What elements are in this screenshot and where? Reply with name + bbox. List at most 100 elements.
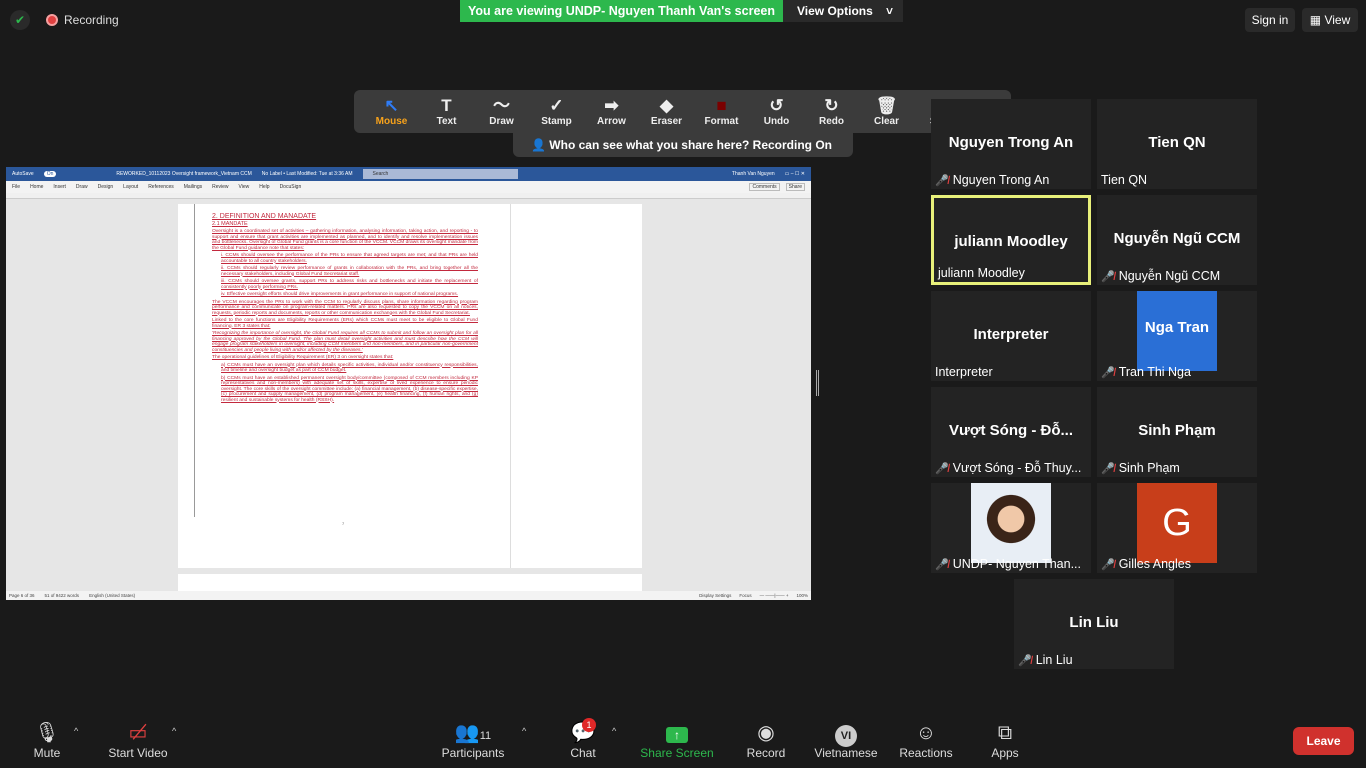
tool-clear-button[interactable]: 🗑 Clear bbox=[859, 96, 914, 127]
apps-icon: ⧉ bbox=[997, 722, 1013, 744]
participant-tile[interactable]: Nguyễn Ngũ CCM 🎤̸ Nguyễn Ngũ CCM bbox=[1097, 195, 1257, 285]
window-controls[interactable]: ▭ – ☐ ✕ bbox=[785, 171, 811, 177]
participant-tile[interactable]: G 🎤̸ Gilles Angles bbox=[1097, 483, 1257, 573]
autosave-label[interactable]: AutoSave bbox=[12, 171, 34, 177]
tool-mouse-button[interactable]: ↖ Mouse bbox=[364, 96, 419, 127]
language-interpretation-button[interactable]: VI Vietnamese bbox=[812, 720, 880, 760]
participant-name: Interpreter bbox=[973, 326, 1049, 343]
tool-label: Clear bbox=[873, 116, 899, 127]
zoom-slider[interactable]: — ——|—— + bbox=[760, 593, 789, 598]
ribbon-tab[interactable]: Mailings bbox=[184, 184, 202, 190]
reactions-icon: ☺ bbox=[915, 722, 937, 744]
mute-button[interactable]: 🎙 Mute bbox=[30, 720, 64, 760]
cursor-icon: ↖ bbox=[384, 96, 399, 115]
participant-tile[interactable]: Interpreter Interpreter bbox=[931, 291, 1091, 381]
who-can-see-banner[interactable]: 👤 Who can see what you share here? Recor… bbox=[513, 133, 853, 157]
tool-label: Stamp bbox=[541, 116, 572, 127]
participant-label-text: Tran Thi Nga bbox=[1118, 365, 1191, 379]
reactions-button[interactable]: ☺ Reactions bbox=[898, 720, 954, 760]
participant-label-text: Lin Liu bbox=[1035, 653, 1073, 667]
chat-caret[interactable]: ^ bbox=[612, 726, 616, 736]
document-page: 2. DEFINITION AND MANADATE 2.1 MANDATE O… bbox=[178, 204, 642, 568]
chevron-down-icon: ˅ bbox=[885, 4, 893, 18]
viewing-banner: You are viewing UNDP- Nguyen Thanh Van's… bbox=[460, 0, 783, 22]
ribbon-tab[interactable]: Review bbox=[212, 184, 228, 190]
page-count[interactable]: Page 6 of 36 bbox=[9, 593, 35, 598]
resize-splitter[interactable] bbox=[816, 370, 819, 396]
stamp-check-icon: ✓ bbox=[549, 96, 564, 115]
apps-button[interactable]: ⧉ Apps bbox=[988, 720, 1022, 760]
participant-name: Sinh Phạm bbox=[1138, 422, 1216, 439]
tool-arrow-button[interactable]: ➡ Arrow bbox=[584, 96, 639, 127]
participant-label-text: Interpreter bbox=[935, 365, 993, 379]
leave-button[interactable]: Leave bbox=[1293, 727, 1354, 755]
ribbon-tab[interactable]: Home bbox=[30, 184, 43, 190]
record-button[interactable]: ◉ Record bbox=[745, 720, 787, 760]
participant-tile[interactable]: juliann Moodley juliann Moodley bbox=[931, 195, 1091, 285]
word-count[interactable]: 51 of 9422 words bbox=[45, 593, 80, 598]
participants-button[interactable]: 👥11 Participants bbox=[440, 720, 506, 760]
reactions-label: Reactions bbox=[899, 746, 953, 760]
participant-label-text: Tien QN bbox=[1101, 173, 1148, 187]
share-screen-button[interactable]: ↑ Share Screen bbox=[640, 720, 714, 760]
participant-tile[interactable]: Tien QN Tien QN bbox=[1097, 99, 1257, 189]
ribbon-tab[interactable]: Help bbox=[259, 184, 269, 190]
share-button[interactable]: Share bbox=[785, 183, 805, 191]
security-shield-icon[interactable]: ✔ bbox=[10, 10, 30, 30]
ribbon-tab[interactable]: View bbox=[239, 184, 250, 190]
participant-tile[interactable]: Vượt Sóng - Đỗ... 🎤̸ Vượt Sóng - Đỗ Thuy..… bbox=[931, 387, 1091, 477]
view-options-button[interactable]: View Options ˅ bbox=[783, 0, 903, 22]
participant-tile[interactable]: 🎤̸ UNDP- Nguyen Than... bbox=[931, 483, 1091, 573]
tool-format-button[interactable]: ■ Format bbox=[694, 96, 749, 127]
start-video-label: Start Video bbox=[108, 746, 168, 760]
chat-button[interactable]: 💬 1 Chat bbox=[568, 718, 598, 760]
people-icon: 👤 bbox=[531, 138, 550, 152]
participant-tile[interactable]: Lin Liu 🎤̸ Lin Liu bbox=[1014, 579, 1174, 669]
word-search-box[interactable]: Search bbox=[362, 169, 518, 179]
start-video-button[interactable]: ▭̸ Start Video bbox=[104, 720, 172, 760]
participant-name: Nguyen Trong An bbox=[948, 134, 1074, 151]
muted-mic-icon: 🎤̸ bbox=[1101, 462, 1115, 475]
share-screen-label: Share Screen bbox=[640, 746, 714, 760]
draw-icon: 〜 bbox=[493, 96, 510, 115]
document-paragraph: The operational guidelines of Eligibilit… bbox=[212, 355, 394, 360]
ribbon-tab[interactable]: DocuSign bbox=[280, 184, 302, 190]
participant-tile[interactable]: Nga Tran 🎤̸ Tran Thi Nga bbox=[1097, 291, 1257, 381]
sign-in-button[interactable]: Sign in bbox=[1245, 8, 1295, 32]
ribbon-tab[interactable]: Design bbox=[98, 184, 114, 190]
tool-text-button[interactable]: T Text bbox=[419, 96, 474, 127]
participant-label: Interpreter bbox=[935, 365, 993, 379]
comments-button[interactable]: Comments bbox=[749, 183, 780, 191]
record-label: Record bbox=[746, 746, 786, 760]
view-button[interactable]: ▦ View bbox=[1302, 8, 1358, 32]
mute-label: Mute bbox=[33, 746, 61, 760]
participant-photo bbox=[971, 483, 1051, 563]
format-color-icon: ■ bbox=[716, 96, 727, 115]
grid-view-icon: ▦ bbox=[1309, 13, 1325, 27]
document-paragraph: iii. CCMs should oversee grants, support… bbox=[221, 279, 478, 290]
tool-draw-button[interactable]: 〜 Draw bbox=[474, 96, 529, 127]
participant-tile[interactable]: Nguyen Trong An 🎤̸ Nguyen Trong An bbox=[931, 99, 1091, 189]
tool-undo-button[interactable]: ↺ Undo bbox=[749, 96, 804, 127]
ribbon-tab[interactable]: References bbox=[148, 184, 174, 190]
language-status[interactable]: English (United States) bbox=[89, 593, 135, 598]
autosave-toggle[interactable]: On bbox=[43, 171, 57, 177]
tool-redo-button[interactable]: ↻ Redo bbox=[804, 96, 859, 127]
zoom-level[interactable]: 100% bbox=[796, 593, 808, 598]
participants-caret[interactable]: ^ bbox=[522, 726, 526, 736]
tool-eraser-button[interactable]: ◆ Eraser bbox=[639, 96, 694, 127]
video-off-icon: ▭̸ bbox=[128, 722, 148, 744]
meeting-controls-bar: 🎙 Mute ^ ▭̸ Start Video ^ 👥11 Participants … bbox=[0, 712, 1366, 768]
sensitivity-label[interactable]: No Label • Last Modified: Tue at 3:36 AM bbox=[262, 171, 353, 177]
participant-tile[interactable]: Sinh Phạm 🎤̸ Sinh Phạm bbox=[1097, 387, 1257, 477]
ribbon-tab[interactable]: Insert bbox=[53, 184, 66, 190]
display-settings[interactable]: Display Settings bbox=[699, 593, 731, 598]
audio-options-caret[interactable]: ^ bbox=[74, 726, 78, 736]
ribbon-tab[interactable]: Draw bbox=[76, 184, 88, 190]
ribbon-tab[interactable]: Layout bbox=[123, 184, 138, 190]
muted-mic-icon: 🎤̸ bbox=[1101, 366, 1115, 379]
focus-mode[interactable]: Focus bbox=[739, 593, 751, 598]
video-options-caret[interactable]: ^ bbox=[172, 726, 176, 736]
ribbon-tab[interactable]: File bbox=[12, 184, 20, 190]
tool-stamp-button[interactable]: ✓ Stamp bbox=[529, 96, 584, 127]
